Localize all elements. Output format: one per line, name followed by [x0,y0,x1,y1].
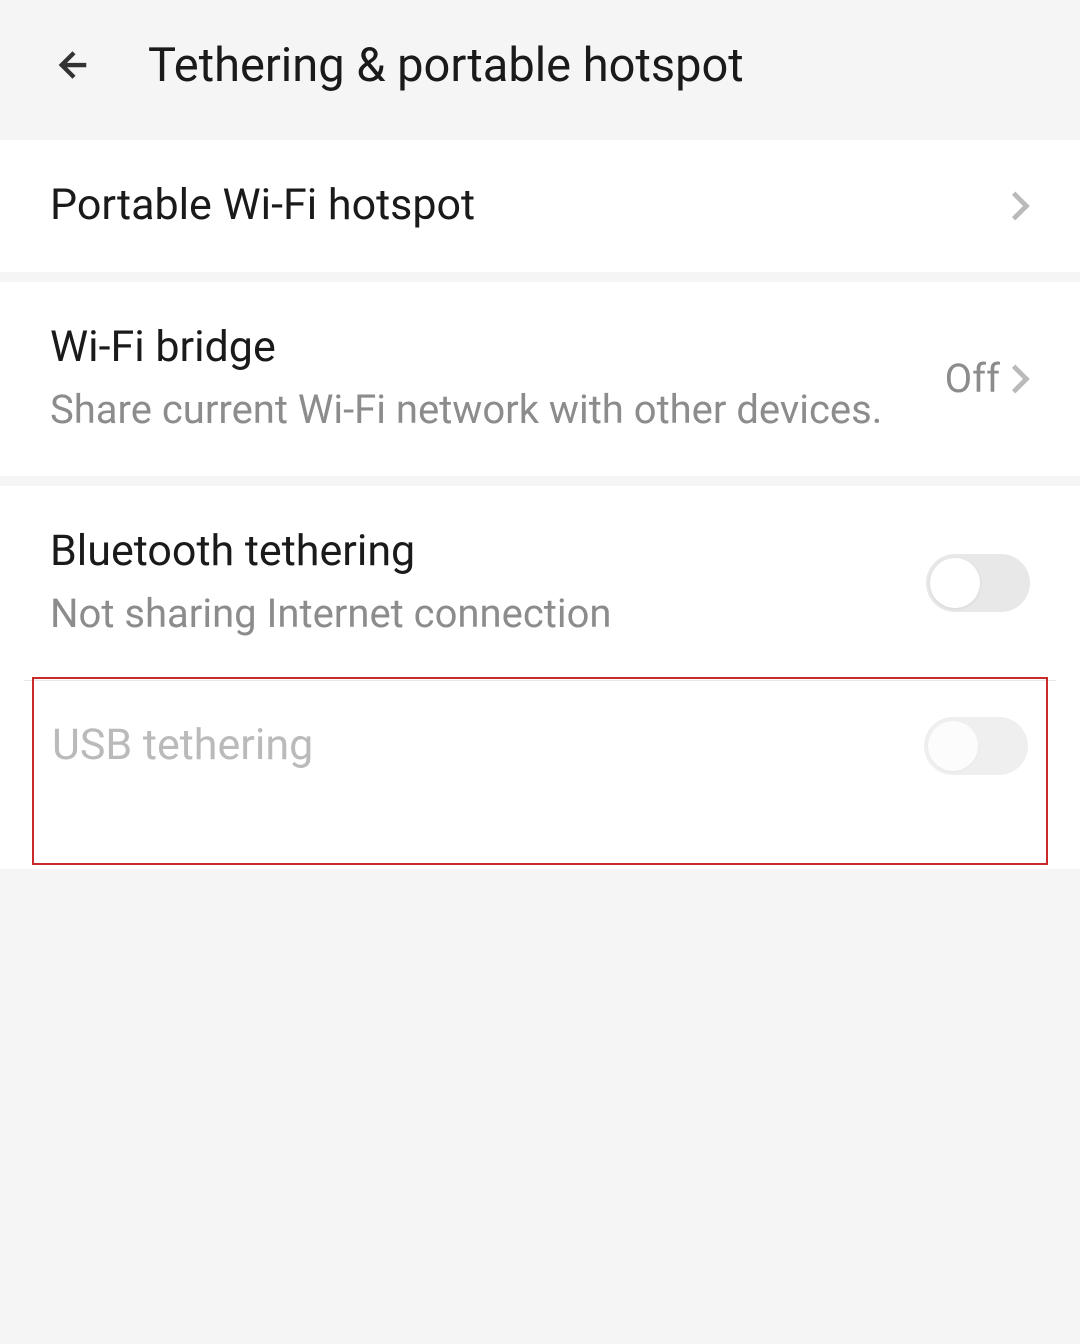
wifi-bridge-item[interactable]: Wi-Fi bridge Share current Wi-Fi network… [0,282,1080,476]
item-text: USB tethering [52,718,924,774]
item-title: Wi-Fi bridge [50,320,929,376]
item-title: Bluetooth tethering [50,524,910,580]
item-text: Bluetooth tethering Not sharing Internet… [50,524,926,642]
item-text: Portable Wi-Fi hotspot [50,178,1010,234]
item-subtitle: Not sharing Internet connection [50,586,910,642]
item-right [924,717,1028,775]
back-arrow-icon [53,44,95,86]
item-title: Portable Wi-Fi hotspot [50,178,994,234]
chevron-right-icon [1010,363,1030,395]
usb-tethering-item[interactable]: USB tethering [34,689,1046,853]
back-button[interactable] [50,41,98,89]
item-right [1010,190,1030,222]
item-right: Off [945,355,1030,402]
item-value: Off [945,355,1000,402]
section-wifi-bridge: Wi-Fi bridge Share current Wi-Fi network… [0,282,1080,476]
section-tethering: Bluetooth tethering Not sharing Internet… [0,486,1080,869]
toggle-knob [930,558,980,608]
toggle-knob [928,721,978,771]
bluetooth-tethering-toggle[interactable] [926,554,1030,612]
portable-wifi-hotspot-item[interactable]: Portable Wi-Fi hotspot [0,140,1080,272]
page-title: Tethering & portable hotspot [148,38,744,93]
usb-tethering-toggle[interactable] [924,717,1028,775]
item-subtitle: Share current Wi-Fi network with other d… [50,382,929,438]
item-right [926,554,1030,612]
item-text: Wi-Fi bridge Share current Wi-Fi network… [50,320,945,438]
highlight-annotation: USB tethering [32,677,1048,865]
item-title: USB tethering [52,718,908,774]
header: Tethering & portable hotspot [0,0,1080,130]
section-portable-hotspot: Portable Wi-Fi hotspot [0,140,1080,272]
bluetooth-tethering-item[interactable]: Bluetooth tethering Not sharing Internet… [0,486,1080,680]
chevron-right-icon [1010,190,1030,222]
